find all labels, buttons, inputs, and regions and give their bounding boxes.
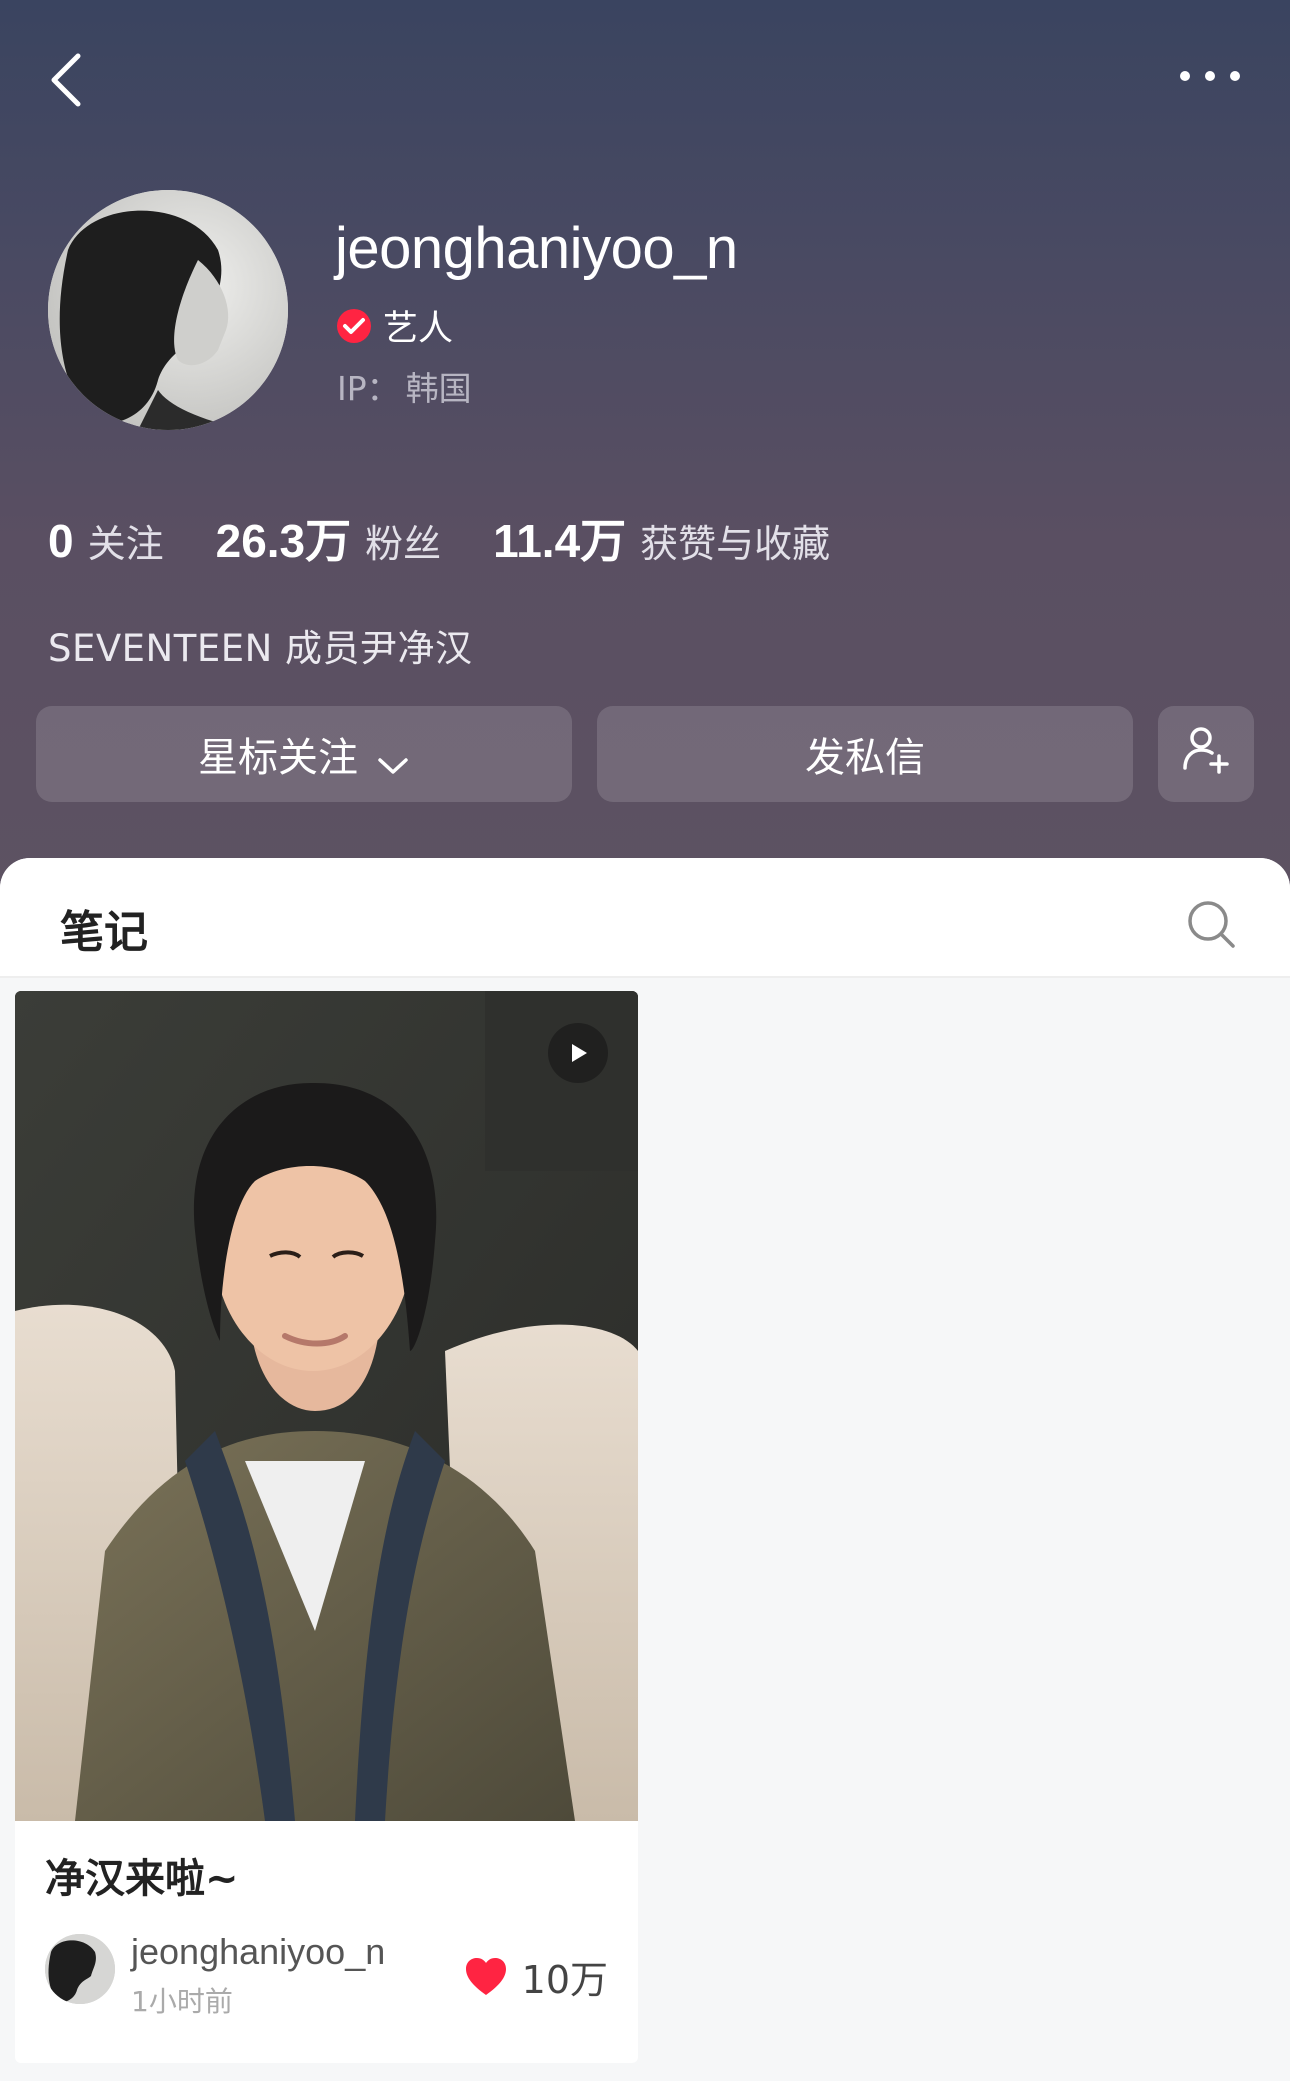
- ip-label: IP：: [337, 369, 400, 408]
- profile-bio: SEVENTEEN 成员尹净汉: [48, 627, 473, 670]
- stat-followers[interactable]: 26.3万 粉丝: [216, 505, 442, 571]
- ip-value: 韩国: [405, 369, 472, 408]
- note-title[interactable]: 净汉来啦~: [45, 1846, 239, 1904]
- role-label: 艺人: [383, 309, 454, 349]
- note-cover-image[interactable]: [15, 991, 638, 1821]
- tab-bar: 笔记: [0, 858, 1290, 978]
- send-message-label: 发私信: [805, 735, 925, 781]
- back-icon[interactable]: [44, 48, 92, 112]
- heart-icon: [464, 1957, 508, 1997]
- like-count: 10万: [521, 1958, 608, 2002]
- video-play-icon: [548, 1023, 608, 1083]
- tab-notes[interactable]: 笔记: [60, 896, 148, 960]
- stat-value: 26.3万: [215, 515, 352, 567]
- author-name[interactable]: jeonghaniyoo_n: [131, 1931, 385, 1973]
- add-user-icon: [1181, 724, 1231, 784]
- stat-likes-collects[interactable]: 11.4万 获赞与收藏: [493, 505, 830, 571]
- like-button[interactable]: 10万: [464, 1949, 608, 2004]
- stat-value: 11.4万: [493, 515, 627, 567]
- stat-label: 获赞与收藏: [640, 522, 831, 566]
- notes-panel: 笔记 净汉来啦~ jeonghaniyoo_n 1小时前 10万: [0, 858, 1290, 2081]
- chevron-down-icon: [376, 742, 410, 774]
- more-dots-icon[interactable]: [1175, 56, 1245, 96]
- verified-check-icon: [335, 307, 373, 345]
- author-avatar[interactable]: [45, 1934, 115, 2004]
- stat-label: 粉丝: [365, 522, 442, 566]
- stat-value: 0: [48, 515, 74, 567]
- note-card[interactable]: 净汉来啦~ jeonghaniyoo_n 1小时前 10万: [15, 991, 638, 2063]
- add-friend-button[interactable]: [1158, 706, 1254, 802]
- post-time: 1小时前: [131, 1985, 233, 2018]
- profile-username: jeonghaniyoo_n: [335, 216, 738, 281]
- star-follow-label: 星标关注: [198, 735, 358, 781]
- stat-following[interactable]: 0 关注: [48, 513, 164, 568]
- profile-avatar[interactable]: [48, 190, 288, 430]
- search-icon[interactable]: [1185, 898, 1237, 950]
- profile-stats: 0 关注 26.3万 粉丝 11.4万 获赞与收藏: [48, 505, 882, 571]
- role-row: 艺人: [335, 300, 453, 351]
- stat-label: 关注: [87, 522, 164, 566]
- ip-location: IP： 韩国: [337, 362, 472, 410]
- star-follow-button[interactable]: 星标关注: [36, 706, 572, 802]
- send-message-button[interactable]: 发私信: [597, 706, 1133, 802]
